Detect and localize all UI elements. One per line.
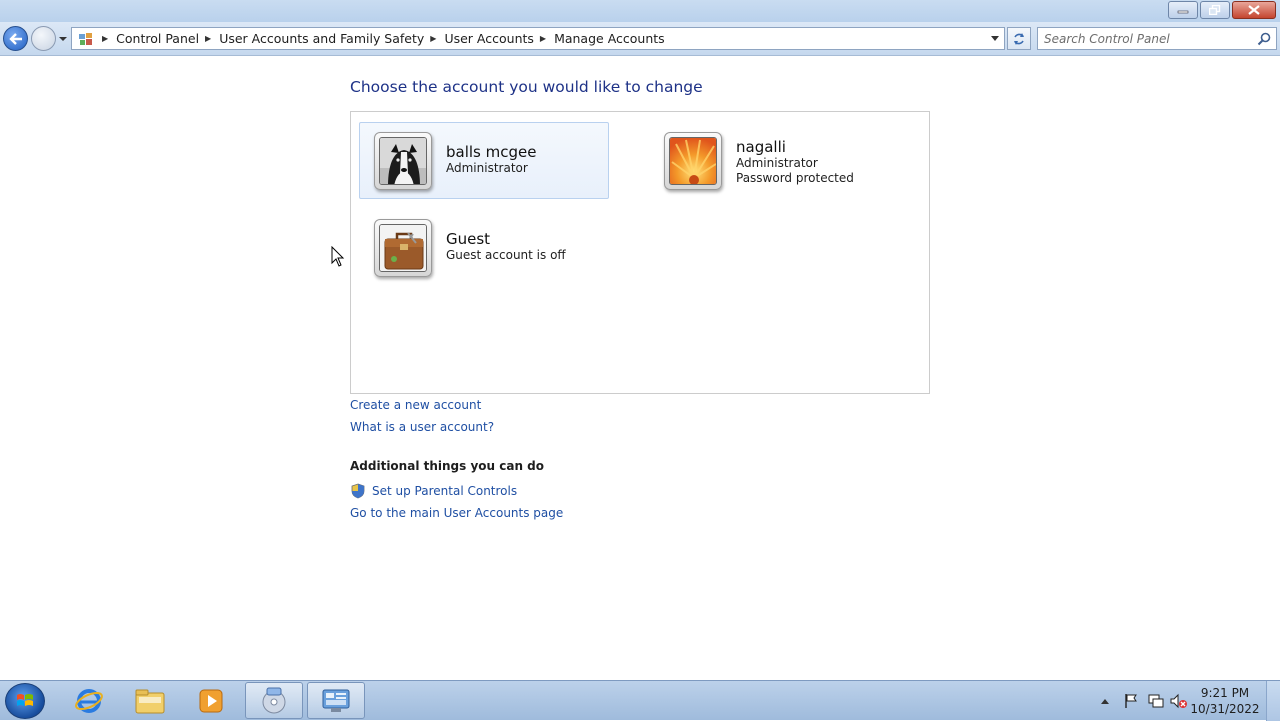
clock-time: 9:21 PM: [1200, 686, 1250, 700]
orange-flower-picture-icon: [669, 137, 717, 185]
account-password-status: Password protected: [736, 171, 854, 185]
show-desktop-button[interactable]: [1266, 681, 1280, 721]
dog-picture-icon: [379, 137, 427, 185]
taskbar: 9:21 PM 10/31/2022: [0, 680, 1280, 721]
file-explorer-icon[interactable]: [121, 682, 179, 719]
cd-program-icon[interactable]: [245, 682, 303, 719]
accounts-panel: balls mcgee Administrator nagalli Admini…: [350, 111, 930, 394]
uac-shield-icon: [351, 483, 365, 499]
breadcrumb-user-accounts[interactable]: User Accounts: [444, 31, 533, 46]
system-clock[interactable]: 9:21 PM 10/31/2022: [1190, 685, 1260, 717]
breadcrumb-user-accounts-family-safety[interactable]: User Accounts and Family Safety: [219, 31, 424, 46]
control-panel-icon[interactable]: [307, 682, 365, 719]
refresh-button[interactable]: [1007, 27, 1031, 50]
show-hidden-icons-arrow[interactable]: [1096, 693, 1114, 709]
restore-button[interactable]: [1200, 1, 1230, 19]
close-icon: [1248, 5, 1260, 15]
what-is-user-account-link[interactable]: What is a user account?: [350, 420, 494, 434]
account-type: Administrator: [446, 161, 528, 175]
title-bar: [0, 0, 1280, 22]
back-arrow-icon: [8, 32, 22, 45]
restore-icon: [1209, 5, 1221, 15]
account-tile-nagalli[interactable]: nagalli Administrator Password protected: [649, 122, 899, 199]
close-button[interactable]: [1232, 1, 1276, 19]
create-account-link[interactable]: Create a new account: [350, 398, 481, 412]
minimize-button[interactable]: [1168, 1, 1198, 19]
breadcrumb-control-panel[interactable]: Control Panel: [116, 31, 199, 46]
volume-muted-icon[interactable]: [1170, 693, 1188, 709]
navigation-bar: ▶ Control Panel ▶ User Accounts and Fami…: [0, 22, 1280, 56]
breadcrumb-separator-icon[interactable]: ▶: [540, 34, 546, 43]
page-title: Choose the account you would like to cha…: [350, 78, 703, 96]
parental-controls-row[interactable]: Set up Parental Controls: [350, 483, 517, 499]
avatar: [664, 132, 722, 190]
account-status: Guest account is off: [446, 248, 566, 262]
media-player-icon[interactable]: [182, 682, 240, 719]
briefcase-picture-icon: [379, 224, 427, 272]
breadcrumb-separator-icon[interactable]: ▶: [102, 34, 108, 43]
breadcrumb-manage-accounts[interactable]: Manage Accounts: [554, 31, 665, 46]
search-input[interactable]: [1044, 31, 1254, 47]
avatar: [374, 219, 432, 277]
internet-explorer-icon[interactable]: [60, 682, 118, 719]
account-name: Guest: [446, 230, 491, 248]
main-user-accounts-link[interactable]: Go to the main User Accounts page: [350, 506, 563, 520]
clock-date: 10/31/2022: [1190, 702, 1260, 716]
breadcrumb-separator-icon[interactable]: ▶: [205, 34, 211, 43]
account-name: nagalli: [736, 138, 786, 156]
search-box[interactable]: [1037, 27, 1277, 50]
parental-controls-link[interactable]: Set up Parental Controls: [372, 484, 517, 498]
minimize-icon: [1177, 10, 1189, 14]
avatar: [374, 132, 432, 190]
refresh-icon: [1014, 32, 1024, 45]
account-name: balls mcgee: [446, 143, 537, 161]
control-panel-icon: [76, 31, 96, 47]
address-bar[interactable]: ▶ Control Panel ▶ User Accounts and Fami…: [71, 27, 1005, 50]
start-orb-icon[interactable]: [5, 683, 45, 719]
address-history-dropdown-icon[interactable]: [990, 35, 1000, 43]
account-tile-guest[interactable]: Guest Guest account is off: [359, 209, 609, 286]
forward-button[interactable]: [31, 26, 56, 51]
caption-buttons: [1168, 1, 1276, 19]
account-tile-balls-mcgee[interactable]: balls mcgee Administrator: [359, 122, 609, 199]
back-button[interactable]: [3, 26, 28, 51]
windows-logo-icon: [17, 694, 33, 706]
additional-tasks-heading: Additional things you can do: [350, 459, 545, 473]
account-type: Administrator: [736, 156, 818, 170]
search-icon[interactable]: [1257, 32, 1271, 46]
network-icon[interactable]: [1147, 693, 1165, 709]
breadcrumb-separator-icon[interactable]: ▶: [430, 34, 436, 43]
manage-accounts-window: ▶ Control Panel ▶ User Accounts and Fami…: [0, 0, 1280, 680]
action-center-flag-icon[interactable]: [1122, 693, 1140, 709]
recent-pages-dropdown-icon[interactable]: [58, 34, 68, 44]
mouse-cursor-icon: [331, 246, 345, 267]
